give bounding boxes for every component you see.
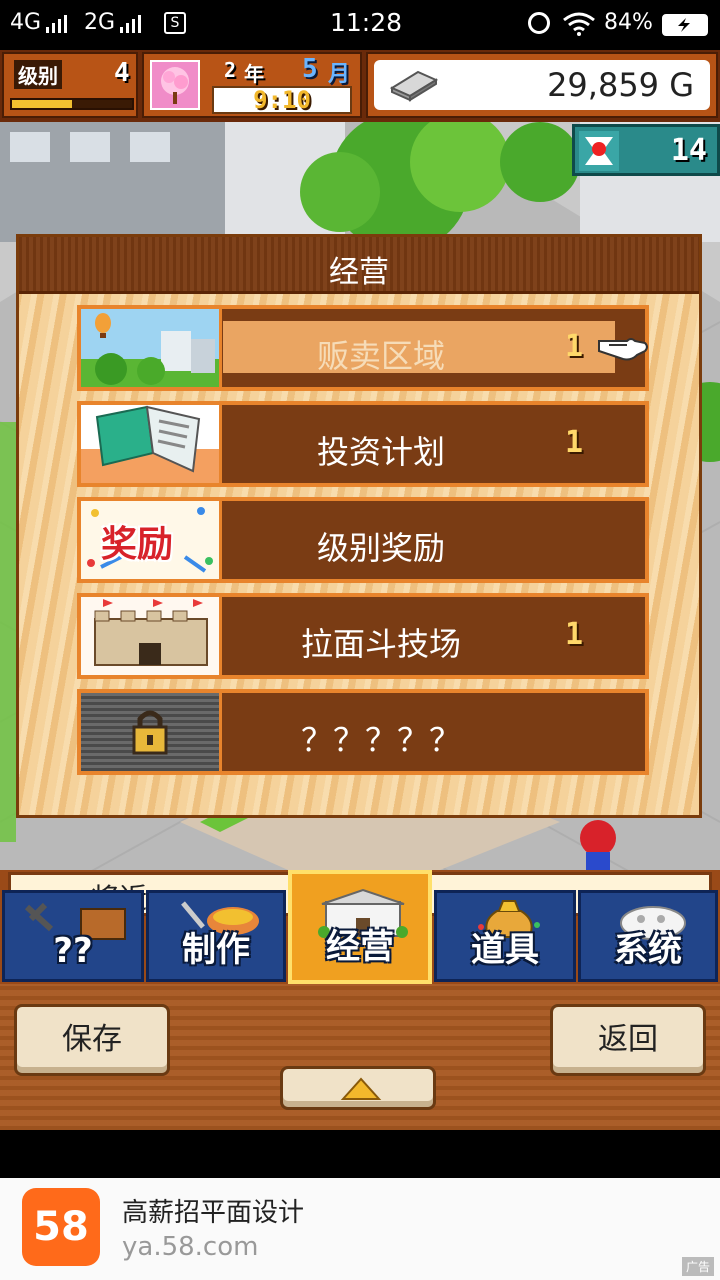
ad-title: 高薪招平面设计 bbox=[122, 1198, 305, 1228]
year-unit: 年 bbox=[244, 62, 264, 86]
dialog-title: 经营 bbox=[329, 255, 389, 290]
triangle-up-icon bbox=[340, 1077, 382, 1100]
menu-item-locked[interactable]: ？？？？？ bbox=[77, 689, 649, 775]
signal-4g-icon bbox=[46, 15, 68, 33]
level-reward-thumbnail: 奖励 bbox=[81, 501, 222, 579]
tab-items[interactable]: 道具 bbox=[434, 890, 576, 982]
reward-banner-text: 奖励 bbox=[101, 524, 174, 565]
back-button[interactable]: 返回 bbox=[550, 1004, 706, 1076]
tab-label: 道具 bbox=[471, 930, 539, 970]
menu-item-label: 拉面斗技场 bbox=[300, 625, 461, 663]
menu-item-count: 1 bbox=[565, 329, 584, 364]
padlock-icon bbox=[132, 710, 168, 755]
locked-thumbnail bbox=[81, 693, 222, 771]
menu-item-investment-plan[interactable]: 投资计划 1 bbox=[77, 401, 649, 487]
level-label: 级别 bbox=[14, 60, 62, 89]
bottom-panel: 将近 ?? 制作 经营 道具 bbox=[0, 870, 720, 1130]
level-progress-bar bbox=[10, 98, 134, 110]
menu-item-count: 1 bbox=[565, 425, 584, 460]
sales-area-thumbnail bbox=[81, 309, 222, 387]
status-bar: 4G 2G S 11:28 84% bbox=[0, 0, 720, 50]
ad-url: ya.58.com bbox=[122, 1232, 259, 1262]
ad-badge: 广告 bbox=[681, 1257, 714, 1276]
network-4g: 4G bbox=[10, 10, 42, 35]
tab-production[interactable]: 制作 bbox=[146, 890, 286, 982]
menu-item-level-reward[interactable]: 奖励 级别奖励 bbox=[77, 497, 649, 583]
year-value: 2 bbox=[224, 58, 237, 82]
gold-amount: 29,859 G bbox=[547, 66, 694, 104]
tab-system[interactable]: 系统 bbox=[578, 890, 718, 982]
pointing-hand-cursor-icon bbox=[598, 338, 648, 361]
gold-panel: 29,859 G bbox=[366, 52, 718, 118]
month-unit: 月 bbox=[328, 62, 351, 87]
tab-management[interactable]: 经营 bbox=[288, 870, 432, 984]
tab-label: 制作 bbox=[182, 930, 250, 970]
dialog-title-bar: 经营 bbox=[19, 237, 699, 294]
month-value: 5 bbox=[302, 54, 318, 84]
tab-unknown[interactable]: ?? bbox=[2, 890, 144, 982]
level-panel: 级别 4 bbox=[2, 52, 138, 118]
investment-plan-thumbnail bbox=[81, 405, 222, 483]
alarm-icon bbox=[528, 12, 550, 34]
management-dialog: 经营 贩卖区域 1 投资计划 1 奖励 级别奖励 拉面斗技场 1 ？？？？？ bbox=[16, 234, 702, 818]
tab-label: 系统 bbox=[614, 930, 682, 970]
ramen-arena-thumbnail bbox=[81, 597, 222, 675]
menu-item-label: 投资计划 bbox=[316, 433, 445, 471]
notification-icon: S bbox=[164, 12, 186, 34]
network-2g: 2G bbox=[84, 10, 116, 35]
save-button[interactable]: 保存 bbox=[14, 1004, 170, 1076]
menu-item-label: 贩卖区域 bbox=[316, 337, 445, 375]
signal-2g-icon bbox=[120, 15, 142, 33]
wifi-icon bbox=[563, 12, 595, 36]
silver-bar-icon bbox=[389, 70, 439, 102]
battery-percent: 84% bbox=[604, 10, 653, 35]
game-clock: 9:10 bbox=[212, 86, 352, 114]
sakura-season-icon bbox=[150, 60, 200, 110]
top-hud: 级别 4 2 年 5 月 9:10 29,859 G bbox=[0, 50, 720, 122]
ad-banner[interactable]: 58 高薪招平面设计 ya.58.com 广告 bbox=[0, 1178, 720, 1280]
rank-flag-icon bbox=[579, 131, 619, 171]
clock: 11:28 bbox=[330, 8, 403, 37]
tab-label: 经营 bbox=[326, 927, 394, 967]
menu-item-ramen-arena[interactable]: 拉面斗技场 1 bbox=[77, 593, 649, 679]
expand-button[interactable] bbox=[280, 1066, 436, 1110]
rank-badge: 14 bbox=[572, 124, 720, 176]
rank-value: 14 bbox=[670, 133, 707, 168]
level-value: 4 bbox=[114, 58, 130, 88]
date-panel: 2 年 5 月 9:10 bbox=[142, 52, 362, 118]
ad-logo: 58 bbox=[22, 1188, 100, 1266]
menu-item-sales-area[interactable]: 贩卖区域 1 bbox=[77, 305, 649, 391]
menu-item-label: ？？？？？ bbox=[300, 721, 461, 759]
tab-label: ?? bbox=[53, 931, 93, 971]
menu-item-count: 1 bbox=[565, 617, 584, 652]
menu-item-label: 级别奖励 bbox=[316, 529, 445, 567]
battery-icon bbox=[662, 14, 708, 36]
